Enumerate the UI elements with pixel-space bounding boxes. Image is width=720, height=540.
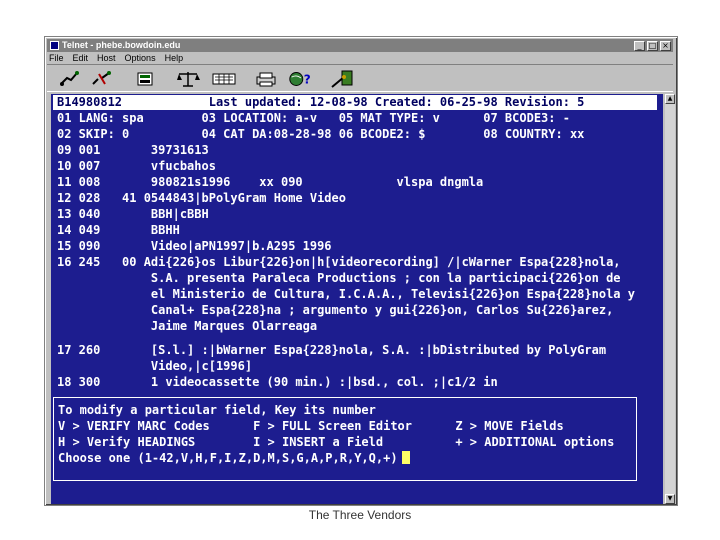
terminal-line: Jaime Marques Olarreaga xyxy=(57,319,318,333)
terminal-line: S.A. presenta Paraleca Productions ; con… xyxy=(57,271,621,285)
terminal-line: 09 001 39731613 xyxy=(57,143,209,157)
globe-help-icon[interactable]: ? xyxy=(287,68,313,90)
terminal-line: 15 090 Video|aPN1997|b.A295 1996 xyxy=(57,239,332,253)
disconnect-icon[interactable] xyxy=(89,68,115,90)
record-header: B14980812 Last updated: 12-08-98 Created… xyxy=(57,95,585,109)
menu-options[interactable]: Options xyxy=(125,52,156,64)
command-input-line[interactable]: Choose one (1-42,V,H,F,I,Z,D,M,S,G,A,P,R… xyxy=(58,450,410,466)
macro-icon[interactable] xyxy=(329,68,355,90)
menu-file[interactable]: File xyxy=(49,52,64,64)
prompt-line: V > VERIFY MARC Codes F > FULL Screen Ed… xyxy=(58,419,564,433)
terminal-line: 13 040 BBH|cBBH xyxy=(57,207,209,221)
terminal-line: 18 300 1 videocassette (90 min.) :|bsd.,… xyxy=(57,375,498,389)
telnet-app-icon xyxy=(50,41,59,50)
terminal-line: 16 245 00 Adi{226}os Libur{226}on|h[vide… xyxy=(57,255,621,269)
title-bar[interactable]: Telnet - phebe.bowdoin.edu _ □ × xyxy=(47,39,673,52)
terminal-screen[interactable]: B14980812 Last updated: 12-08-98 Created… xyxy=(51,94,663,504)
vertical-scrollbar[interactable]: ▲ ▼ xyxy=(665,94,675,504)
terminal-line: 02 SKIP: 0 04 CAT DA:08-28-98 06 BCODE2:… xyxy=(57,127,585,141)
terminal-line: 11 008 980821s1996 xx 090 vlspa dngmla xyxy=(57,175,484,189)
terminal-line: 10 007 vfucbahos xyxy=(57,159,216,173)
terminal-line: el Ministerio de Cultura, I.C.A.A., Tele… xyxy=(57,287,635,301)
printer-icon[interactable] xyxy=(253,68,279,90)
menu-host[interactable]: Host xyxy=(97,52,116,64)
menu-help[interactable]: Help xyxy=(165,52,184,64)
maximize-button[interactable]: □ xyxy=(647,40,658,51)
svg-text:?: ? xyxy=(304,73,311,87)
text-cursor xyxy=(401,451,410,464)
scales-icon[interactable] xyxy=(175,68,201,90)
connect-icon[interactable] xyxy=(57,68,83,90)
command-prompt-text: Choose one (1-42,V,H,F,I,Z,D,M,S,G,A,P,R… xyxy=(58,451,398,465)
toolbar: ? xyxy=(47,64,673,92)
terminal-line: 12 028 41 0544843|bPolyGram Home Video xyxy=(57,191,346,205)
terminal-line: 14 049 BBHH xyxy=(57,223,180,237)
record-header-bar: B14980812 Last updated: 12-08-98 Created… xyxy=(53,95,657,110)
prompt-line: To modify a particular field, Key its nu… xyxy=(58,403,376,417)
keypad-icon[interactable] xyxy=(211,68,237,90)
scroll-up-button[interactable]: ▲ xyxy=(665,94,675,104)
terminal-line: Canal+ Espa{228}na ; argumento y gui{226… xyxy=(57,303,614,317)
window-title: Telnet - phebe.bowdoin.edu xyxy=(62,40,181,50)
telnet-window: Telnet - phebe.bowdoin.edu _ □ × File Ed… xyxy=(44,36,678,506)
minimize-button[interactable]: _ xyxy=(634,40,645,51)
terminal-line: Video,|c[1996] xyxy=(57,359,253,373)
menu-bar: File Edit Host Options Help xyxy=(49,52,192,64)
prompt-line: H > Verify HEADINGS I > INSERT a Field +… xyxy=(58,435,615,449)
keyboard-icon[interactable] xyxy=(133,68,159,90)
scroll-down-button[interactable]: ▼ xyxy=(665,494,675,504)
terminal-line: 01 LANG: spa 03 LOCATION: a-v 05 MAT TYP… xyxy=(57,111,570,125)
close-button[interactable]: × xyxy=(660,40,671,51)
terminal-line: 17 260 [S.l.] :|bWarner Espa{228}nola, S… xyxy=(57,343,607,357)
command-prompt-box: To modify a particular field, Key its nu… xyxy=(53,397,637,481)
menu-edit[interactable]: Edit xyxy=(73,52,89,64)
slide-caption: The Three Vendors xyxy=(308,508,412,522)
